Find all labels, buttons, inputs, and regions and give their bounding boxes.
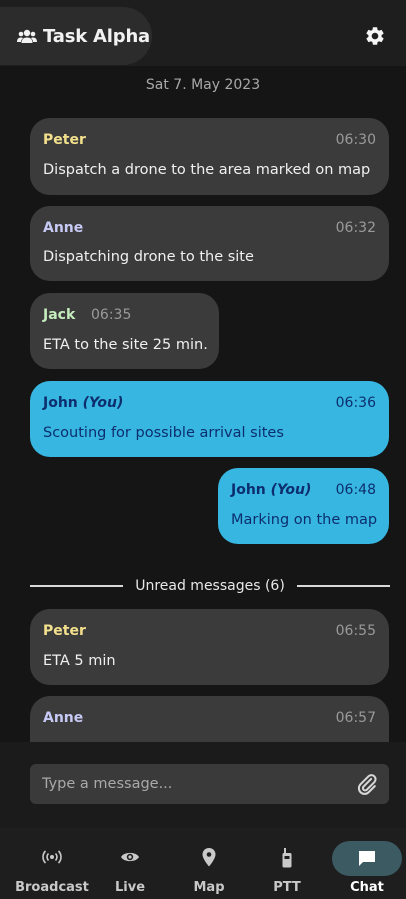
sender-name: Jack [43, 307, 76, 323]
unread-divider: Unread messages (6) [30, 577, 390, 595]
nav-item-chat[interactable]: Chat [327, 828, 406, 899]
you-tag: (You) [82, 395, 124, 411]
divider-line [30, 585, 124, 587]
nav-item-ptt[interactable]: PTT [247, 828, 327, 899]
nav-item-live[interactable]: Live [90, 828, 170, 899]
sender-name: Peter [43, 623, 86, 639]
nav-label: Chat [350, 880, 384, 895]
message-time: 06:35 [91, 307, 132, 323]
message-time: 06:30 [335, 132, 376, 148]
message-bubble[interactable]: Peter 06:55 ETA 5 min [30, 609, 389, 685]
channel-title: Task Alpha [43, 25, 151, 47]
nav-item-map[interactable]: Map [169, 828, 249, 899]
date-separator: Sat 7. May 2023 [145, 77, 261, 93]
divider-line [296, 585, 390, 587]
message-bubble[interactable]: Anne 06:32 Dispatching drone to the site [30, 206, 389, 281]
sender-name-text: John [43, 395, 78, 411]
channel-title-pill[interactable]: Task Alpha [0, 7, 152, 65]
you-tag: (You) [270, 482, 312, 498]
chat-icon [359, 851, 375, 866]
own-message-bubble[interactable]: John (You) 06:36 Scouting for possible a… [30, 381, 389, 457]
unread-label: Unread messages (6) [135, 578, 285, 594]
message-bubble[interactable]: Jack 06:35 ETA to the site 25 min. [30, 293, 219, 369]
message-text: Scouting for possible arrival sites [43, 425, 284, 441]
message-time: 06:57 [335, 710, 376, 726]
paperclip-icon[interactable] [356, 773, 378, 795]
broadcast-icon [42, 850, 62, 864]
message-text: Dispatch a drone to the area marked on m… [43, 162, 371, 178]
sender-name: Peter [43, 132, 86, 148]
sender-name: Anne [43, 220, 84, 236]
group-icon [17, 29, 37, 43]
message-text: ETA to the site 25 min. [43, 337, 208, 353]
message-composer [0, 742, 406, 828]
bottom-navigation: Broadcast Live Map PTT Chat [0, 828, 406, 899]
message-time: 06:36 [335, 395, 376, 411]
app-header: Task Alpha [0, 0, 406, 66]
eye-icon [121, 852, 139, 862]
map-pin-icon [202, 848, 216, 867]
sender-name: Anne [43, 710, 84, 726]
sender-name-text: John [231, 482, 266, 498]
message-bubble[interactable]: Peter 06:30 Dispatch a drone to the area… [30, 118, 389, 195]
message-text: Dispatching drone to the site [43, 249, 254, 265]
message-text: Marking on the map [231, 512, 378, 528]
message-bubble[interactable]: Anne 06:57 [30, 696, 389, 742]
walkie-talkie-icon [282, 848, 292, 868]
message-text: ETA 5 min [43, 653, 116, 669]
unread-messages-list[interactable]: Peter 06:55 ETA 5 min Anne 06:57 [0, 600, 406, 742]
message-time: 06:48 [335, 482, 376, 498]
message-input[interactable] [30, 764, 389, 804]
sender-name: John (You) [231, 482, 311, 498]
own-message-bubble[interactable]: John (You) 06:48 Marking on the map [218, 468, 389, 544]
nav-label: Map [193, 880, 225, 895]
gear-icon[interactable] [364, 25, 386, 47]
nav-label: Live [114, 880, 146, 895]
sender-name: John (You) [43, 395, 123, 411]
nav-label: PTT [273, 880, 301, 895]
message-time: 06:55 [335, 623, 376, 639]
message-time: 06:32 [335, 220, 376, 236]
nav-label: Broadcast [15, 880, 89, 895]
nav-item-broadcast[interactable]: Broadcast [12, 828, 92, 899]
